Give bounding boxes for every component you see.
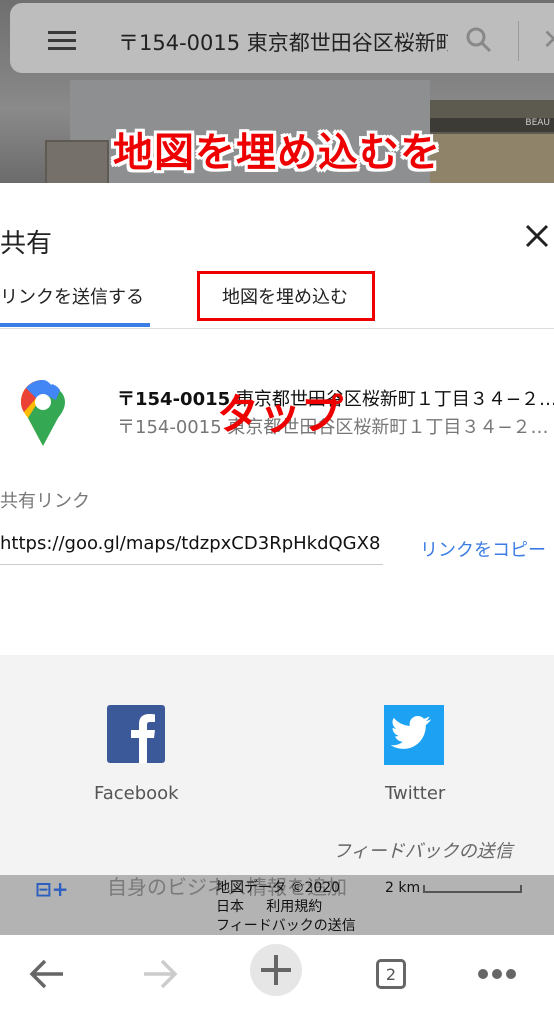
sheet-title: 共有: [0, 229, 53, 259]
more-icon: [478, 969, 516, 979]
new-tab-icon: [261, 955, 291, 985]
tab-divider: [0, 328, 554, 329]
facebook-icon[interactable]: [107, 705, 165, 763]
forward-icon: [144, 959, 178, 989]
tabs-button[interactable]: 2: [366, 949, 416, 999]
map-region-terms: 日本 利用規約: [216, 898, 356, 917]
search-separator: [518, 21, 519, 61]
forward-button[interactable]: [135, 949, 185, 999]
map-attribution: 地図データ ©2020 日本 利用規約 フィードバックの送信: [216, 879, 356, 936]
more-button[interactable]: [472, 949, 522, 999]
menu-icon[interactable]: [48, 31, 76, 51]
browser-nav-bar: 2: [0, 935, 554, 1015]
add-business-icon: ⊟+: [35, 877, 69, 901]
search-query[interactable]: 〒154-0015 東京都世田谷区桜新町: [118, 27, 448, 57]
back-button[interactable]: [22, 949, 72, 999]
facebook-label[interactable]: Facebook: [94, 783, 179, 804]
active-tab-indicator: [0, 323, 150, 327]
close-icon[interactable]: ✕: [542, 23, 554, 56]
terms-link[interactable]: 利用規約: [266, 899, 322, 915]
close-icon[interactable]: [522, 221, 552, 251]
tabs-icon: 2: [376, 959, 406, 989]
annotation-embed-instruction: 地図を埋め込むを: [113, 130, 441, 176]
map-scale-bar: [423, 885, 522, 893]
share-link-label: 共有リンク: [0, 491, 90, 512]
search-bar[interactable]: 〒154-0015 東京都世田谷区桜新町 ✕: [10, 3, 554, 73]
twitter-label[interactable]: Twitter: [385, 783, 445, 804]
annotation-highlight-box: [197, 271, 375, 321]
map-data-copyright: 地図データ ©2020: [216, 880, 341, 896]
map-region: 日本: [216, 899, 244, 915]
share-apps-area: Facebook Twitter フィードバックの送信: [0, 655, 554, 875]
share-sheet: 共有 リンクを送信する 地図を埋め込む 〒154-0015 東京都世田谷区桜新町…: [0, 183, 554, 875]
twitter-icon[interactable]: [384, 705, 444, 765]
map-footer: ⊟+ 自身のビジネス情報を追加 地図データ ©2020 日本 利用規約 フィード…: [0, 875, 554, 935]
search-icon[interactable]: [465, 26, 493, 54]
share-link-input[interactable]: [0, 533, 383, 565]
google-maps-pin-icon: [21, 380, 65, 446]
copy-link-button[interactable]: リンクをコピー: [420, 536, 546, 562]
new-tab-button[interactable]: [250, 944, 302, 996]
map-feedback-link[interactable]: フィードバックの送信: [216, 917, 356, 936]
map-scale-label: 2 km: [385, 880, 421, 896]
send-feedback-link[interactable]: フィードバックの送信: [333, 837, 513, 863]
back-icon: [29, 959, 63, 989]
annotation-tap: タップ: [216, 390, 343, 439]
tab-send-link[interactable]: リンクを送信する: [0, 283, 144, 309]
tab-count: 2: [385, 964, 397, 984]
